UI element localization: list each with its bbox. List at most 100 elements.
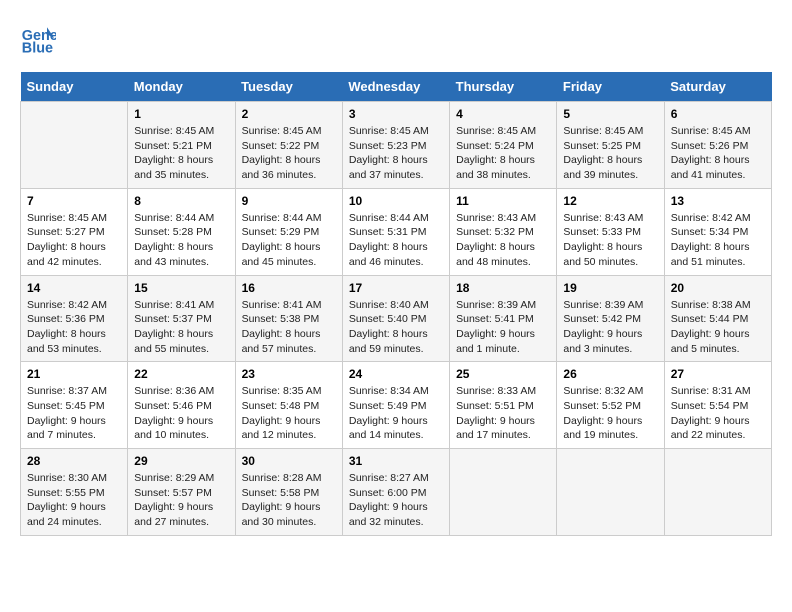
calendar-table: SundayMondayTuesdayWednesdayThursdayFrid… xyxy=(20,72,772,536)
calendar-cell: 26 Sunrise: 8:32 AM Sunset: 5:52 PM Dayli… xyxy=(557,362,664,449)
day-content: Sunrise: 8:43 AM Sunset: 5:32 PM Dayligh… xyxy=(456,211,550,270)
day-number: 29 xyxy=(134,454,228,468)
calendar-cell xyxy=(21,102,128,189)
calendar-cell: 29 Sunrise: 8:29 AM Sunset: 5:57 PM Dayli… xyxy=(128,449,235,536)
calendar-cell: 4Sunrise: 8:45 AM Sunset: 5:24 PM Daylig… xyxy=(450,102,557,189)
calendar-cell: 20 Sunrise: 8:38 AM Sunset: 5:44 PM Dayli… xyxy=(664,275,771,362)
calendar-cell: 13 Sunrise: 8:42 AM Sunset: 5:34 PM Dayli… xyxy=(664,188,771,275)
calendar-cell: 28 Sunrise: 8:30 AM Sunset: 5:55 PM Dayli… xyxy=(21,449,128,536)
column-header-thursday: Thursday xyxy=(450,72,557,102)
column-header-wednesday: Wednesday xyxy=(342,72,449,102)
day-content: Sunrise: 8:41 AM Sunset: 5:37 PM Dayligh… xyxy=(134,298,228,357)
calendar-cell: 2 Sunrise: 8:45 AM Sunset: 5:22 PM Daylig… xyxy=(235,102,342,189)
day-number: 24 xyxy=(349,367,443,381)
day-number: 15 xyxy=(134,281,228,295)
calendar-cell: 7 Sunrise: 8:45 AM Sunset: 5:27 PM Daylig… xyxy=(21,188,128,275)
calendar-cell: 21Sunrise: 8:37 AM Sunset: 5:45 PM Dayli… xyxy=(21,362,128,449)
calendar-cell: 9 Sunrise: 8:44 AM Sunset: 5:29 PM Daylig… xyxy=(235,188,342,275)
day-content: Sunrise: 8:37 AM Sunset: 5:45 PM Dayligh… xyxy=(27,384,121,443)
calendar-cell xyxy=(557,449,664,536)
day-number: 31 xyxy=(349,454,443,468)
day-number: 8 xyxy=(134,194,228,208)
day-content: Sunrise: 8:39 AM Sunset: 5:41 PM Dayligh… xyxy=(456,298,550,357)
column-header-saturday: Saturday xyxy=(664,72,771,102)
calendar-cell xyxy=(664,449,771,536)
calendar-cell: 11 Sunrise: 8:43 AM Sunset: 5:32 PM Dayli… xyxy=(450,188,557,275)
day-number: 14 xyxy=(27,281,121,295)
calendar-cell: 19Sunrise: 8:39 AM Sunset: 5:42 PM Dayli… xyxy=(557,275,664,362)
day-number: 30 xyxy=(242,454,336,468)
calendar-cell xyxy=(450,449,557,536)
day-content: Sunrise: 8:27 AM Sunset: 6:00 PM Dayligh… xyxy=(349,471,443,530)
day-number: 11 xyxy=(456,194,550,208)
day-content: Sunrise: 8:29 AM Sunset: 5:57 PM Dayligh… xyxy=(134,471,228,530)
calendar-cell: 14 Sunrise: 8:42 AM Sunset: 5:36 PM Dayli… xyxy=(21,275,128,362)
calendar-cell: 25 Sunrise: 8:33 AM Sunset: 5:51 PM Dayli… xyxy=(450,362,557,449)
day-content: Sunrise: 8:42 AM Sunset: 5:36 PM Dayligh… xyxy=(27,298,121,357)
day-number: 1 xyxy=(134,107,228,121)
day-number: 7 xyxy=(27,194,121,208)
day-content: Sunrise: 8:38 AM Sunset: 5:44 PM Dayligh… xyxy=(671,298,765,357)
column-header-friday: Friday xyxy=(557,72,664,102)
calendar-cell: 27 Sunrise: 8:31 AM Sunset: 5:54 PM Dayli… xyxy=(664,362,771,449)
calendar-cell: 3 Sunrise: 8:45 AM Sunset: 5:23 PM Daylig… xyxy=(342,102,449,189)
day-number: 18 xyxy=(456,281,550,295)
day-content: Sunrise: 8:41 AM Sunset: 5:38 PM Dayligh… xyxy=(242,298,336,357)
calendar-cell: 18 Sunrise: 8:39 AM Sunset: 5:41 PM Dayli… xyxy=(450,275,557,362)
week-row-1: 7 Sunrise: 8:45 AM Sunset: 5:27 PM Daylig… xyxy=(21,188,772,275)
day-number: 20 xyxy=(671,281,765,295)
day-content: Sunrise: 8:45 AM Sunset: 5:24 PM Dayligh… xyxy=(456,124,550,183)
day-number: 27 xyxy=(671,367,765,381)
day-content: Sunrise: 8:45 AM Sunset: 5:22 PM Dayligh… xyxy=(242,124,336,183)
week-row-0: 1Sunrise: 8:45 AM Sunset: 5:21 PM Daylig… xyxy=(21,102,772,189)
day-content: Sunrise: 8:36 AM Sunset: 5:46 PM Dayligh… xyxy=(134,384,228,443)
day-content: Sunrise: 8:45 AM Sunset: 5:27 PM Dayligh… xyxy=(27,211,121,270)
day-content: Sunrise: 8:32 AM Sunset: 5:52 PM Dayligh… xyxy=(563,384,657,443)
page-header: General Blue xyxy=(20,20,772,56)
day-number: 19 xyxy=(563,281,657,295)
calendar-cell: 22 Sunrise: 8:36 AM Sunset: 5:46 PM Dayli… xyxy=(128,362,235,449)
day-content: Sunrise: 8:34 AM Sunset: 5:49 PM Dayligh… xyxy=(349,384,443,443)
column-header-sunday: Sunday xyxy=(21,72,128,102)
day-number: 23 xyxy=(242,367,336,381)
week-row-2: 14 Sunrise: 8:42 AM Sunset: 5:36 PM Dayli… xyxy=(21,275,772,362)
day-number: 3 xyxy=(349,107,443,121)
day-number: 12 xyxy=(563,194,657,208)
svg-text:Blue: Blue xyxy=(22,40,53,56)
day-content: Sunrise: 8:42 AM Sunset: 5:34 PM Dayligh… xyxy=(671,211,765,270)
calendar-cell: 10 Sunrise: 8:44 AM Sunset: 5:31 PM Dayli… xyxy=(342,188,449,275)
week-row-4: 28 Sunrise: 8:30 AM Sunset: 5:55 PM Dayli… xyxy=(21,449,772,536)
day-number: 22 xyxy=(134,367,228,381)
day-content: Sunrise: 8:40 AM Sunset: 5:40 PM Dayligh… xyxy=(349,298,443,357)
calendar-cell: 24 Sunrise: 8:34 AM Sunset: 5:49 PM Dayli… xyxy=(342,362,449,449)
calendar-cell: 15 Sunrise: 8:41 AM Sunset: 5:37 PM Dayli… xyxy=(128,275,235,362)
day-number: 25 xyxy=(456,367,550,381)
day-content: Sunrise: 8:31 AM Sunset: 5:54 PM Dayligh… xyxy=(671,384,765,443)
calendar-cell: 23Sunrise: 8:35 AM Sunset: 5:48 PM Dayli… xyxy=(235,362,342,449)
logo-icon: General Blue xyxy=(20,20,56,56)
day-number: 2 xyxy=(242,107,336,121)
day-content: Sunrise: 8:43 AM Sunset: 5:33 PM Dayligh… xyxy=(563,211,657,270)
day-number: 28 xyxy=(27,454,121,468)
calendar-cell: 30 Sunrise: 8:28 AM Sunset: 5:58 PM Dayli… xyxy=(235,449,342,536)
day-content: Sunrise: 8:44 AM Sunset: 5:28 PM Dayligh… xyxy=(134,211,228,270)
day-number: 17 xyxy=(349,281,443,295)
calendar-cell: 5Sunrise: 8:45 AM Sunset: 5:25 PM Daylig… xyxy=(557,102,664,189)
day-content: Sunrise: 8:28 AM Sunset: 5:58 PM Dayligh… xyxy=(242,471,336,530)
day-number: 13 xyxy=(671,194,765,208)
day-content: Sunrise: 8:33 AM Sunset: 5:51 PM Dayligh… xyxy=(456,384,550,443)
day-content: Sunrise: 8:44 AM Sunset: 5:31 PM Dayligh… xyxy=(349,211,443,270)
calendar-cell: 16 Sunrise: 8:41 AM Sunset: 5:38 PM Dayli… xyxy=(235,275,342,362)
day-content: Sunrise: 8:45 AM Sunset: 5:23 PM Dayligh… xyxy=(349,124,443,183)
calendar-cell: 31 Sunrise: 8:27 AM Sunset: 6:00 PM Dayli… xyxy=(342,449,449,536)
day-number: 9 xyxy=(242,194,336,208)
calendar-cell: 1Sunrise: 8:45 AM Sunset: 5:21 PM Daylig… xyxy=(128,102,235,189)
day-content: Sunrise: 8:30 AM Sunset: 5:55 PM Dayligh… xyxy=(27,471,121,530)
day-number: 6 xyxy=(671,107,765,121)
day-content: Sunrise: 8:44 AM Sunset: 5:29 PM Dayligh… xyxy=(242,211,336,270)
day-number: 26 xyxy=(563,367,657,381)
day-content: Sunrise: 8:45 AM Sunset: 5:26 PM Dayligh… xyxy=(671,124,765,183)
day-number: 16 xyxy=(242,281,336,295)
day-number: 5 xyxy=(563,107,657,121)
day-number: 10 xyxy=(349,194,443,208)
